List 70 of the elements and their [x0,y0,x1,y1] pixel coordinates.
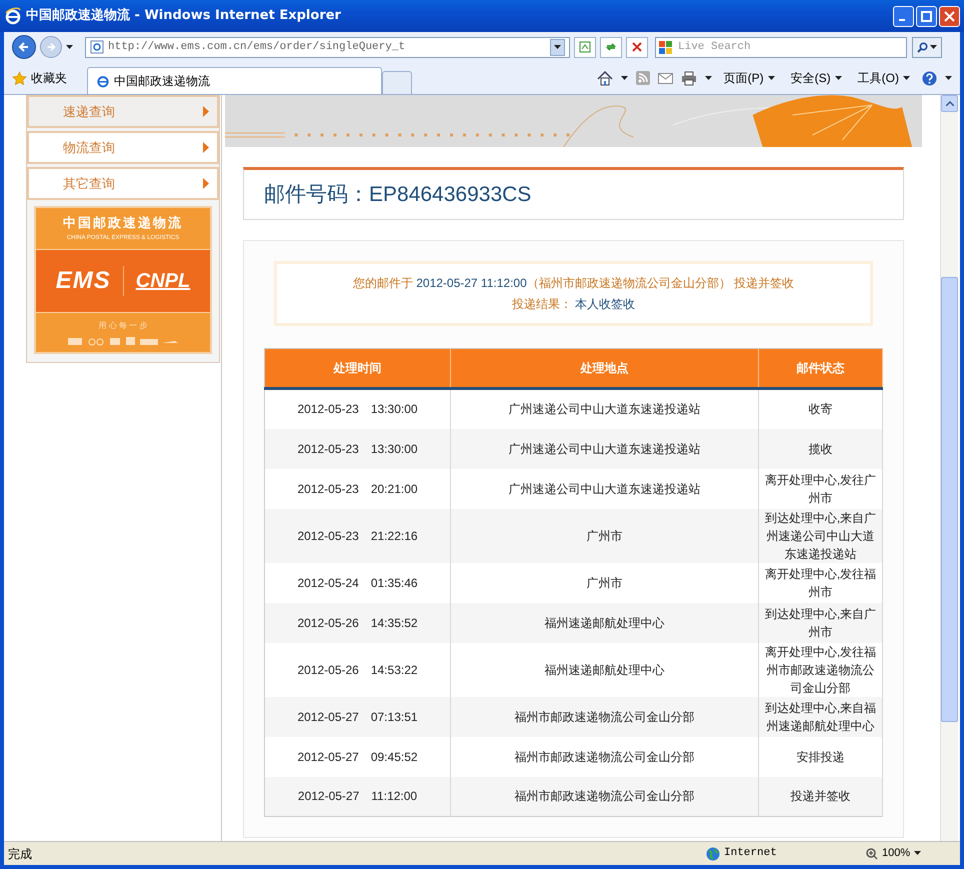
logo-brand: CNPL [136,269,190,294]
summary-text: 您的邮件于 2012-05-27 11:12:00（福州市邮政速递物流公司金山分部） 投递并签收 [352,275,794,292]
stop-button[interactable] [626,36,648,58]
logo-name: 中国邮政速递物流 [63,214,183,234]
mail-icon [658,72,673,84]
table-cell: 2012-05-27 11:12:00 [264,776,450,816]
close-icon [632,42,642,52]
zoom-level: 100% [882,846,910,862]
tracking-number: 邮件号码：EP846436933CS [264,182,532,208]
refresh-icon [605,41,617,53]
maximize-button[interactable] [916,6,937,26]
close-icon [944,10,955,22]
window-title: 中国邮政速递物流 - Windows Internet Explorer [26,6,341,26]
caret-icon [704,76,712,80]
caret-icon [903,76,910,80]
logo-slogan: 用 心 每 一 步 [98,320,148,332]
globe-icon [706,846,720,860]
zoom-icon [866,848,878,860]
minimize-button[interactable] [893,6,914,26]
browser-logo-icon [96,74,110,88]
scrollbar[interactable] [940,95,958,841]
close-button[interactable] [939,6,960,26]
feed-icon [636,71,650,85]
status-text: 完成 [8,846,32,862]
refresh-button[interactable] [600,36,622,58]
column-header: 处理地点 [450,348,758,388]
triangle-icon [203,106,209,117]
summary-text: 投递结果： 本人收签收 [512,296,636,313]
menu-button[interactable]: 安全(S) [786,69,846,87]
column-header: 邮件状态 [758,348,882,388]
windows-flag-icon [659,40,673,54]
caret-icon [945,76,952,80]
url-text: http://www.ems.com.cn/ems/order/singleQuery_t [108,40,406,55]
search-field[interactable]: Live Search [655,36,907,58]
page-icon [90,40,104,54]
triangle-icon [203,142,209,153]
caret-icon [620,76,628,80]
logo-brand: EMS [56,266,111,296]
browser-logo-icon [4,7,22,25]
maximize-icon [921,10,932,22]
menu-button[interactable]: 页面(P) [720,69,779,87]
compatibility-button[interactable] [574,36,596,58]
help-icon [922,70,937,86]
column-header: 处理时间 [264,348,450,388]
document-icon [579,41,591,53]
left-arrow-icon [18,41,30,53]
table-cell: 投递并签收 [758,776,882,816]
caret-icon [930,44,937,50]
caret-icon [554,44,561,50]
security-zone: Internet [724,846,777,862]
search-icon [917,42,928,52]
caret-icon [914,851,922,856]
triangle-icon [203,178,209,189]
scrollbar-thumb[interactable] [941,277,958,722]
favorites-button[interactable]: 收藏夹 [12,65,67,91]
printer-icon [680,70,697,86]
caret-icon [66,44,73,50]
caret-icon [834,76,842,80]
caret-icon [768,76,775,80]
star-icon [12,70,27,86]
browser-tab[interactable]: 中国邮政速递物流 [87,67,382,94]
address-field[interactable]: http://www.ems.com.cn/ems/order/singleQuery_t [85,36,570,58]
menu-button[interactable]: 工具(O) [854,69,914,87]
table-cell: 福州市邮政速递物流公司金山分部 [450,776,758,816]
address-dropdown-button[interactable] [550,38,565,56]
minimize-icon [899,19,905,21]
home-icon [596,70,613,86]
back-button[interactable] [12,35,36,59]
search-button[interactable] [912,36,942,58]
right-arrow-icon [46,42,56,52]
